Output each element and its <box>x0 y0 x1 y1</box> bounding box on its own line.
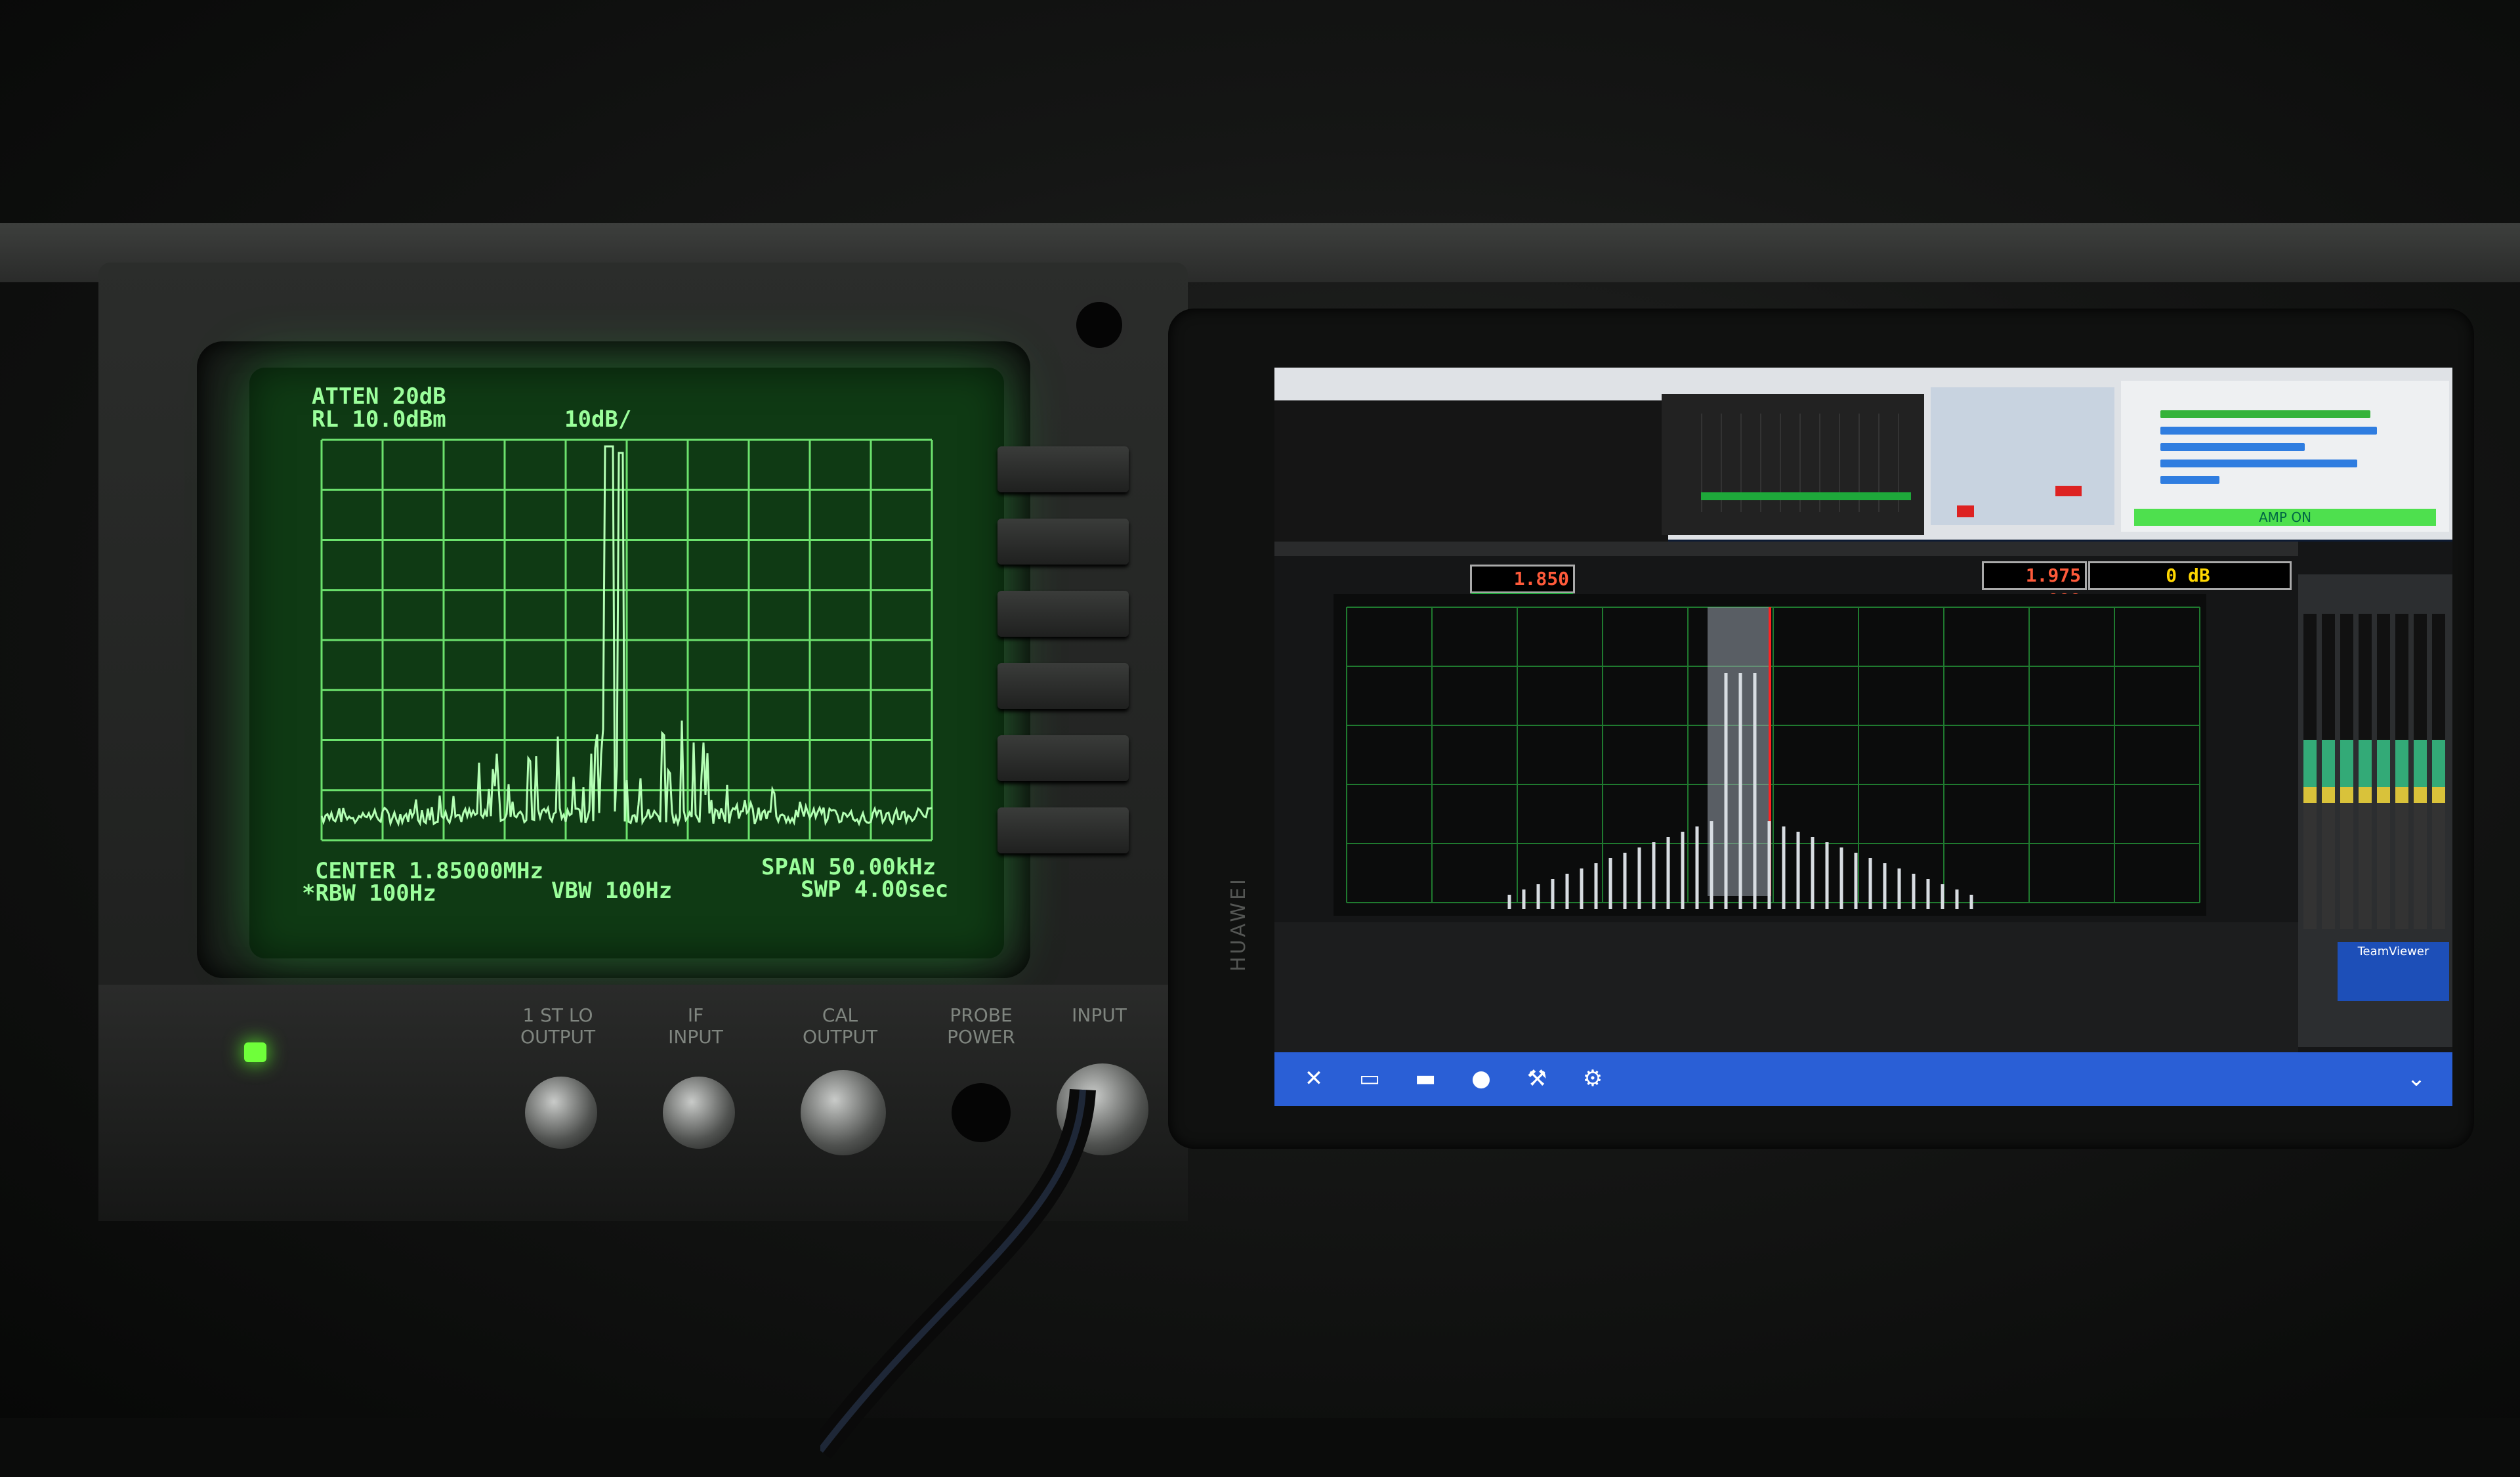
level-bar-5 <box>2160 476 2219 484</box>
panadapter-display[interactable] <box>1334 594 2206 916</box>
softkey-5[interactable] <box>998 735 1129 781</box>
sdr-menu-bar[interactable] <box>1274 542 2298 556</box>
vfo-a-display[interactable]: 1.850 000 <box>1470 565 1575 614</box>
lo-output-connector[interactable] <box>525 1077 597 1149</box>
mount-hole <box>1076 302 1122 348</box>
level-bar-2 <box>2160 427 2377 435</box>
small-meter-bar <box>1701 492 1911 500</box>
amp-status: AMP ON <box>2134 509 2436 526</box>
mixer-channel-strip[interactable] <box>2303 614 2317 929</box>
softkey-column <box>998 420 1148 867</box>
level-bar-3 <box>2160 443 2305 451</box>
mixer-channel-strip[interactable] <box>2340 614 2353 929</box>
softkey-1[interactable] <box>998 446 1129 492</box>
atten-readout: ATTEN 20dB <box>312 383 446 410</box>
screen-icon[interactable]: ▭ <box>1356 1065 1383 1092</box>
mixer-channel-strip[interactable] <box>2359 614 2372 929</box>
softkey-4[interactable] <box>998 663 1129 709</box>
red-indicator-2 <box>2055 486 2082 496</box>
control-window[interactable] <box>1931 387 2114 525</box>
remote-toolbar: ✕ ▭ ▬ ● ⚒ ⚙ ⌄ <box>1274 1052 2452 1106</box>
chat-icon[interactable]: ▬ <box>1412 1065 1438 1092</box>
sweep-readout: SWP 4.00sec <box>801 876 948 903</box>
crt-display: ATTEN 20dB RL 10.0dBm 10dB/ CENTER 1.850… <box>302 383 948 907</box>
vfo-b-display[interactable]: 1.975 000 <box>1982 561 2087 611</box>
softkey-6[interactable] <box>998 807 1129 853</box>
crt-screen: ATTEN 20dB RL 10.0dBm 10dB/ CENTER 1.850… <box>249 368 1004 958</box>
level-bar-4 <box>2160 460 2357 467</box>
probe-power-label: PROBE POWER <box>947 1004 1015 1048</box>
power-led <box>244 1042 266 1062</box>
console-window[interactable] <box>1274 400 1668 545</box>
tablet-screen: AMP ON 1.850 000 1.975 000 0 dB TeamView… <box>1274 368 2452 1106</box>
softkey-3[interactable] <box>998 591 1129 637</box>
teamviewer-panel[interactable]: TeamViewer <box>2338 942 2449 1001</box>
wrench-icon[interactable]: ⚒ <box>1524 1065 1550 1092</box>
if-input-connector[interactable] <box>663 1077 735 1149</box>
level-display: 0 dB <box>2088 561 2292 590</box>
sdr-controls-panel[interactable] <box>1274 922 2298 1054</box>
mixer-channel-strip[interactable] <box>2322 614 2335 929</box>
mixer-channel-strip[interactable] <box>2377 614 2390 929</box>
user-icon[interactable]: ● <box>1468 1065 1494 1092</box>
lo-output-label: 1 ST LO OUTPUT <box>520 1004 596 1048</box>
input-label: INPUT <box>1072 1004 1127 1026</box>
softkey-2[interactable] <box>998 519 1129 565</box>
small-spectrum-window[interactable] <box>1662 394 1924 535</box>
mixer-channel-strip[interactable] <box>2432 614 2445 929</box>
close-icon[interactable]: ✕ <box>1301 1065 1327 1092</box>
level-bar-1 <box>2160 410 2370 418</box>
chevron-down-icon[interactable]: ⌄ <box>2403 1065 2429 1092</box>
red-indicator <box>1957 505 1974 517</box>
mixer-channel-strip[interactable] <box>2414 614 2427 929</box>
cal-output-label: CAL OUTPUT <box>802 1004 878 1048</box>
amplifier-window[interactable]: AMP ON <box>2121 381 2449 532</box>
mixer-channel-strip[interactable] <box>2395 614 2408 929</box>
mixer-panel[interactable]: TeamViewer <box>2298 574 2452 1047</box>
sdr-console-window[interactable]: 1.850 000 1.975 000 0 dB TeamViewer <box>1274 542 2452 1054</box>
gear-icon[interactable]: ⚙ <box>1580 1065 1606 1092</box>
vbw-readout: VBW 100Hz <box>551 878 672 904</box>
rbw-readout: *RBW 100Hz <box>302 880 436 907</box>
scale-readout: 10dB/ <box>564 406 631 433</box>
if-input-label: IF INPUT <box>668 1004 723 1048</box>
ref-level-readout: RL 10.0dBm <box>312 406 446 433</box>
tablet-brand-label: HUAWEI <box>1227 876 1250 972</box>
